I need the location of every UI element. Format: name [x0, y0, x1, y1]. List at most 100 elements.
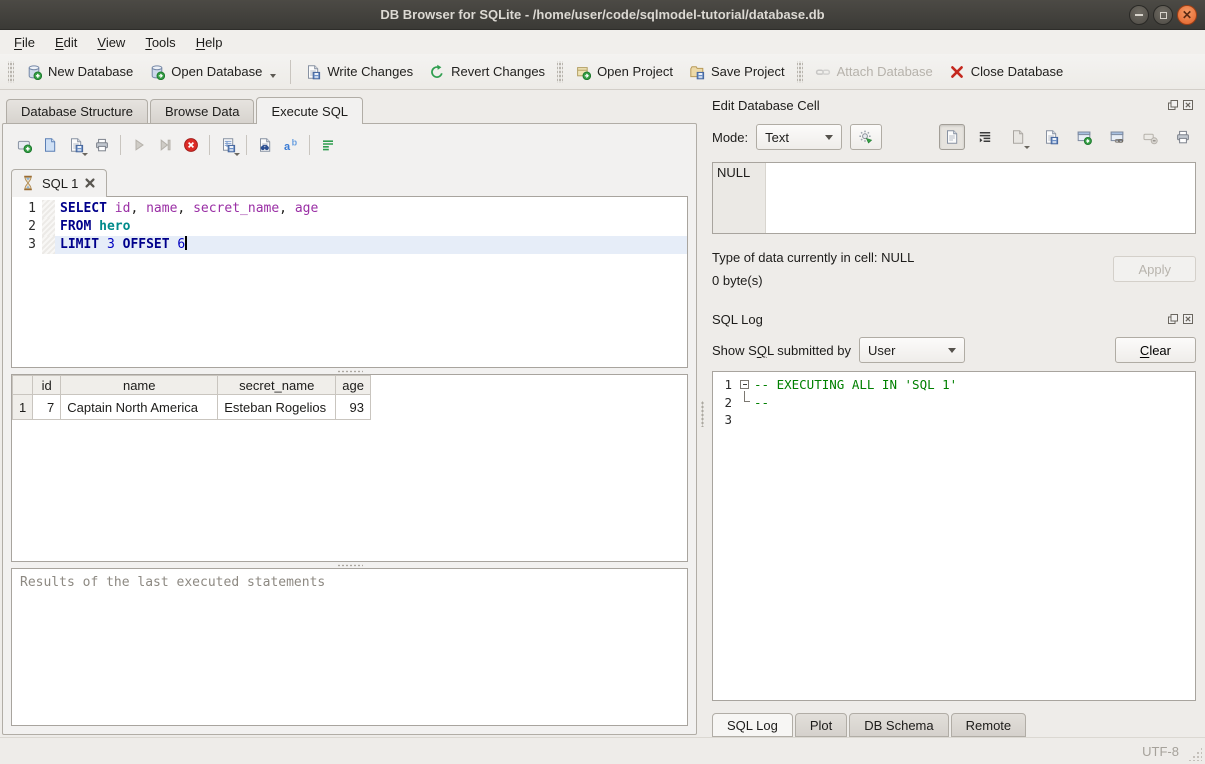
mode-label: Mode: [712, 130, 748, 145]
cell-editor[interactable]: NULL [712, 162, 1196, 234]
menu-edit[interactable]: Edit [45, 32, 87, 53]
submitted-by-value: User [868, 343, 940, 358]
open-sql-file-icon[interactable] [37, 133, 63, 157]
dock-float-icon[interactable] [1167, 99, 1179, 111]
menu-help[interactable]: Help [186, 32, 233, 53]
code-token: 6 [177, 237, 185, 252]
menu-view[interactable]: View [87, 32, 135, 53]
sql-log-editor[interactable]: 1-- EXECUTING ALL IN 'SQL 1'2--3 [712, 371, 1196, 701]
tab-browse-data[interactable]: Browse Data [150, 99, 254, 123]
menu-mnemonic: T [145, 35, 152, 50]
row-number: 1 [13, 395, 33, 420]
write-changes-label: Write Changes [327, 64, 413, 79]
clear-button[interactable]: Clear [1115, 337, 1196, 363]
word-wrap-icon[interactable] [315, 133, 341, 157]
execute-line-icon[interactable] [152, 133, 178, 157]
open-project-button[interactable]: Open Project [567, 59, 681, 85]
editor-line: 1SELECT id, name, secret_name, age [12, 200, 687, 218]
new-database-button[interactable]: New Database [18, 59, 141, 85]
format-sql-icon[interactable]: ab [278, 133, 304, 157]
open-database-button[interactable]: Open Database [141, 59, 284, 85]
table-cell[interactable]: Esteban Rogelios [218, 395, 336, 420]
column-header-id[interactable]: id [33, 376, 61, 395]
column-header-age[interactable]: age [336, 376, 371, 395]
revert-changes-button[interactable]: Revert Changes [421, 59, 553, 85]
save-project-button[interactable]: Save Project [681, 59, 793, 85]
toolbar-handle[interactable] [557, 61, 563, 83]
log-line: 1-- EXECUTING ALL IN 'SQL 1' [713, 376, 1195, 394]
table-row[interactable]: 17Captain North AmericaEsteban Rogelios9… [13, 395, 371, 420]
mode-combobox[interactable]: Text [756, 124, 842, 150]
bottom-tab-db-schema[interactable]: DB Schema [849, 713, 948, 737]
close-button[interactable]: ✕ [1177, 5, 1197, 25]
minimize-button[interactable] [1129, 5, 1149, 25]
maximize-button[interactable] [1153, 5, 1173, 25]
table-cell[interactable]: 7 [33, 395, 61, 420]
save-data-icon[interactable] [1038, 124, 1064, 150]
fold-margin [42, 200, 55, 218]
splitter-grip [701, 401, 704, 427]
resize-grip[interactable] [1188, 747, 1202, 761]
column-header-secret_name[interactable]: secret_name [218, 376, 336, 395]
submitted-by-combobox[interactable]: User [859, 337, 965, 363]
code-token [115, 237, 123, 252]
svg-text:a: a [284, 141, 291, 153]
toolbar-separator [246, 135, 247, 155]
auto-apply-button[interactable] [850, 124, 882, 150]
table-corner [13, 376, 33, 395]
table-cell[interactable]: Captain North America [61, 395, 218, 420]
bottom-tab-remote[interactable]: Remote [951, 713, 1027, 737]
toolbar-handle[interactable] [797, 61, 803, 83]
revert-changes-icon [429, 64, 445, 80]
fold-elbow [744, 391, 750, 402]
log-line: 3 [713, 411, 1195, 429]
tab-execute-sql[interactable]: Execute SQL [256, 97, 363, 124]
log-line: 2-- [713, 394, 1195, 412]
close-database-button[interactable]: Close Database [941, 59, 1072, 85]
sql-editor[interactable]: 1SELECT id, name, secret_name, age2FROM … [11, 196, 688, 368]
text-mode-icon[interactable] [939, 124, 965, 150]
column-header-name[interactable]: name [61, 376, 218, 395]
editor-line-text: LIMIT 3 OFFSET 6 [55, 236, 687, 254]
sql-tab[interactable]: SQL 1 [11, 169, 107, 197]
print-cell-icon[interactable] [1170, 124, 1196, 150]
bottom-tab-sql-log[interactable]: SQL Log [712, 713, 793, 737]
cell-editor-area[interactable] [766, 163, 1195, 233]
save-sql-file-icon[interactable] [63, 133, 89, 157]
import-data-icon[interactable] [1005, 124, 1031, 150]
set-null-icon[interactable] [1137, 124, 1163, 150]
code-token: id [115, 201, 131, 216]
tab-close-icon[interactable] [84, 177, 96, 189]
print-sql-icon[interactable] [89, 133, 115, 157]
svg-text:b: b [292, 137, 298, 147]
tab-database-structure[interactable]: Database Structure [6, 99, 148, 123]
menu-mnemonic: E [55, 35, 64, 50]
fold-collapse-icon[interactable] [740, 380, 749, 389]
apply-button[interactable]: Apply [1113, 256, 1196, 282]
dock-close-icon[interactable] [1182, 99, 1194, 111]
save-results-icon[interactable] [215, 133, 241, 157]
export-data-icon[interactable] [1071, 124, 1097, 150]
stop-execution-icon[interactable] [178, 133, 204, 157]
cell-editor-toolbar [939, 124, 1196, 150]
find-replace-icon[interactable] [252, 133, 278, 157]
menu-file[interactable]: File [4, 32, 45, 53]
dock-float-icon[interactable] [1167, 313, 1179, 325]
new-sql-tab-icon[interactable] [11, 133, 37, 157]
word-wrap-icon[interactable] [972, 124, 998, 150]
menu-tools[interactable]: Tools [135, 32, 185, 53]
copy-link-icon[interactable] [1104, 124, 1130, 150]
sql-log-filter-row: Show SQL submitted by User Clear [712, 335, 1196, 365]
chevron-down-icon[interactable] [270, 74, 276, 78]
bottom-tab-plot[interactable]: Plot [795, 713, 847, 737]
table-cell[interactable]: 93 [336, 395, 371, 420]
execute-all-icon[interactable] [126, 133, 152, 157]
dock-close-icon[interactable] [1182, 313, 1194, 325]
write-changes-button[interactable]: Write Changes [297, 59, 421, 85]
results-table[interactable]: idnamesecret_nameage17Captain North Amer… [12, 375, 371, 420]
cell-info-row: Type of data currently in cell: NULL 0 b… [712, 246, 1196, 292]
code-token: , [279, 201, 295, 216]
toolbar-handle[interactable] [8, 61, 14, 83]
database-open-icon [149, 64, 165, 80]
sql-tab-label: SQL 1 [42, 176, 78, 191]
